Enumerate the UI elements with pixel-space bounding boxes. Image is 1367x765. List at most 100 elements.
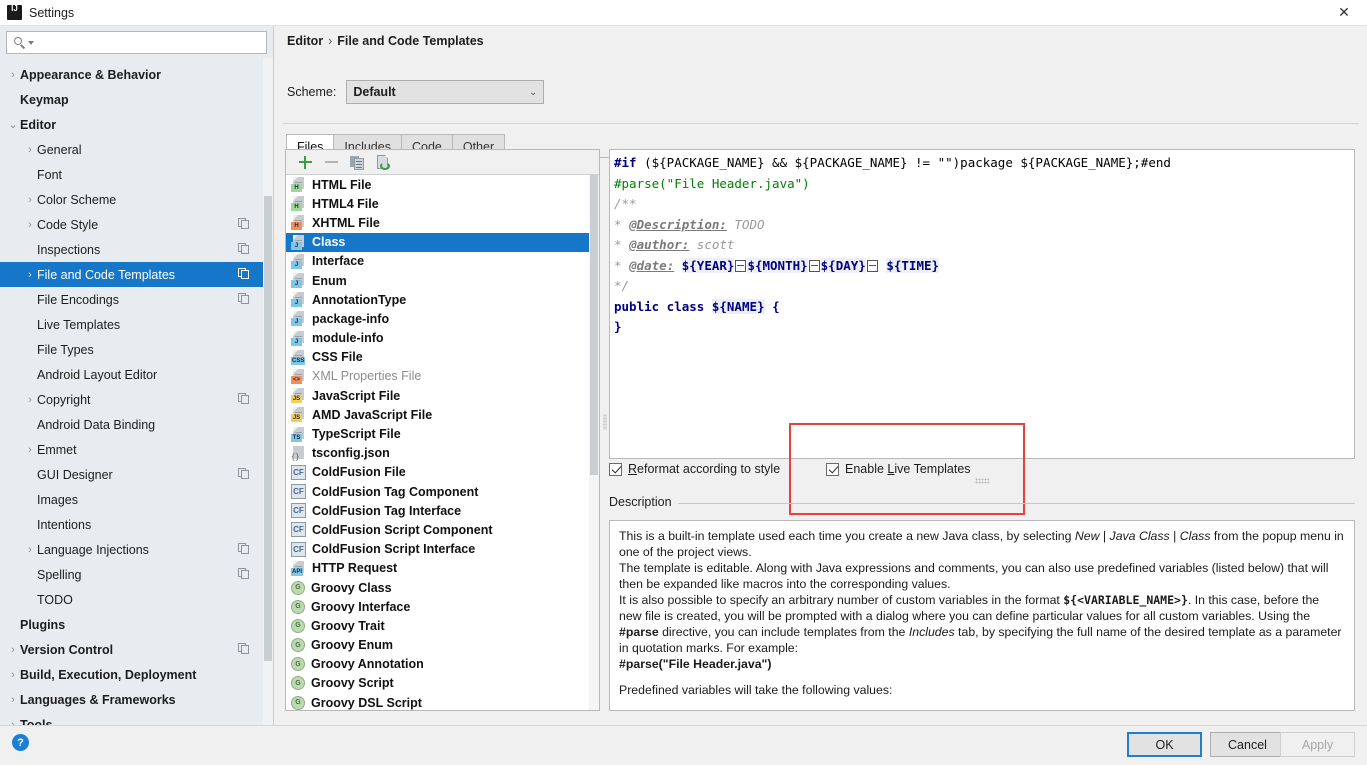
- ok-button[interactable]: OK: [1127, 732, 1202, 757]
- copy-settings-icon[interactable]: [238, 268, 250, 280]
- chevron-right-icon[interactable]: ›: [23, 444, 37, 456]
- chevron-right-icon[interactable]: ›: [6, 69, 20, 81]
- sidebar-item-spelling[interactable]: ›Spelling: [0, 562, 263, 587]
- live-templates-checkbox[interactable]: [826, 462, 839, 476]
- sidebar-item-intentions[interactable]: ›Intentions: [0, 512, 263, 537]
- scheme-select[interactable]: Default ⌄: [346, 80, 545, 104]
- sidebar-item-editor[interactable]: ⌄ Editor: [0, 112, 263, 137]
- remove-template-button[interactable]: [318, 151, 344, 173]
- chevron-right-icon[interactable]: ›: [23, 194, 37, 206]
- template-list-item[interactable]: Jpackage-info: [286, 309, 599, 328]
- template-list-item[interactable]: CF ColdFusion File: [286, 463, 599, 482]
- copy-settings-icon[interactable]: [238, 643, 250, 655]
- sidebar-item-keymap[interactable]: ›Keymap: [0, 87, 263, 112]
- sidebar-item-color-scheme[interactable]: › Color Scheme: [0, 187, 263, 212]
- add-template-button[interactable]: [292, 151, 318, 173]
- template-list-item[interactable]: TS TypeScript File: [286, 424, 599, 443]
- sidebar-item-font[interactable]: ›Font: [0, 162, 263, 187]
- template-list-item[interactable]: CF ColdFusion Tag Component: [286, 482, 599, 501]
- template-list-item[interactable]: G Groovy DSL Script: [286, 693, 599, 710]
- sidebar-item-images[interactable]: ›Images: [0, 487, 263, 512]
- sidebar-item-languages-frameworks[interactable]: › Languages & Frameworks: [0, 687, 263, 712]
- cancel-button[interactable]: Cancel: [1210, 732, 1285, 757]
- template-list-item[interactable]: API HTTP Request: [286, 559, 599, 578]
- sidebar-item-build-execution-deployment[interactable]: › Build, Execution, Deployment: [0, 662, 263, 687]
- sidebar-scrollbar-thumb[interactable]: [264, 196, 272, 661]
- search-input[interactable]: [34, 34, 266, 51]
- sidebar-item-code-style[interactable]: › Code Style: [0, 212, 263, 237]
- template-list-item[interactable]: G Groovy Trait: [286, 616, 599, 635]
- sidebar-item-live-templates[interactable]: ›Live Templates: [0, 312, 263, 337]
- copy-settings-icon[interactable]: [238, 543, 250, 555]
- chevron-right-icon[interactable]: ›: [6, 669, 20, 681]
- chevron-right-icon[interactable]: ›: [6, 644, 20, 656]
- sidebar-item-emmet[interactable]: › Emmet: [0, 437, 263, 462]
- reformat-checkbox-row[interactable]: Reformat according to style: [609, 462, 780, 476]
- reformat-checkbox[interactable]: [609, 462, 622, 476]
- template-list-item[interactable]: G Groovy Enum: [286, 636, 599, 655]
- sidebar-item-android-layout-editor[interactable]: ›Android Layout Editor: [0, 362, 263, 387]
- sidebar-item-file-encodings[interactable]: ›File Encodings: [0, 287, 263, 312]
- template-code-editor[interactable]: #if (${PACKAGE_NAME} && ${PACKAGE_NAME} …: [609, 149, 1355, 459]
- sidebar-item-android-data-binding[interactable]: ›Android Data Binding: [0, 412, 263, 437]
- copy-settings-icon[interactable]: [238, 243, 250, 255]
- template-list-item[interactable]: H XHTML File: [286, 213, 599, 232]
- chevron-right-icon[interactable]: ›: [23, 544, 37, 556]
- template-list-item[interactable]: G Groovy Script: [286, 674, 599, 693]
- template-list-item[interactable]: <> XML Properties File: [286, 367, 599, 386]
- chevron-right-icon[interactable]: ›: [23, 394, 37, 406]
- chevron-right-icon[interactable]: ›: [6, 694, 20, 706]
- sidebar-scrollbar[interactable]: [263, 58, 273, 725]
- sidebar-item-gui-designer[interactable]: ›GUI Designer: [0, 462, 263, 487]
- apply-button[interactable]: Apply: [1280, 732, 1355, 757]
- search-box[interactable]: [6, 31, 267, 54]
- template-list-item[interactable]: Jmodule-info: [286, 329, 599, 348]
- template-list-item[interactable]: J Enum: [286, 271, 599, 290]
- sidebar-item-general[interactable]: › General: [0, 137, 263, 162]
- copy-settings-icon[interactable]: [238, 218, 250, 230]
- template-list-item[interactable]: CF ColdFusion Tag Interface: [286, 501, 599, 520]
- sidebar-item-appearance-behavior[interactable]: › Appearance & Behavior: [0, 62, 263, 87]
- sidebar-item-language-injections[interactable]: › Language Injections: [0, 537, 263, 562]
- copy-settings-icon[interactable]: [238, 568, 250, 580]
- sidebar-item-inspections[interactable]: ›Inspections: [0, 237, 263, 262]
- sidebar-item-version-control[interactable]: › Version Control: [0, 637, 263, 662]
- template-list-item[interactable]: CF ColdFusion Script Interface: [286, 540, 599, 559]
- template-list-item[interactable]: JS JavaScript File: [286, 386, 599, 405]
- template-list-item[interactable]: H HTML File: [286, 175, 599, 194]
- template-list-scrollbar-thumb[interactable]: [590, 175, 598, 475]
- predefined-variable-description: name of the package in which the new cla…: [771, 710, 1061, 711]
- template-list-item[interactable]: {} tsconfig.json: [286, 444, 599, 463]
- template-list-item[interactable]: CSS CSS File: [286, 348, 599, 367]
- template-list-item[interactable]: J AnnotationType: [286, 290, 599, 309]
- help-icon[interactable]: ?: [12, 734, 29, 751]
- template-list-item[interactable]: J Interface: [286, 252, 599, 271]
- sidebar-item-plugins[interactable]: ›Plugins: [0, 612, 263, 637]
- chevron-right-icon[interactable]: ›: [23, 144, 37, 156]
- resize-grip-icon[interactable]: [975, 478, 989, 484]
- template-list-item[interactable]: H HTML4 File: [286, 194, 599, 213]
- sidebar-item-file-types[interactable]: ›File Types: [0, 337, 263, 362]
- template-list-item[interactable]: G Groovy Annotation: [286, 655, 599, 674]
- template-list-item[interactable]: G Groovy Interface: [286, 597, 599, 616]
- reset-template-button[interactable]: [370, 151, 396, 173]
- live-templates-checkbox-row[interactable]: Enable Live Templates: [826, 462, 971, 476]
- chevron-down-icon[interactable]: ⌄: [6, 118, 20, 131]
- copy-settings-icon[interactable]: [238, 293, 250, 305]
- sidebar-item-file-and-code-templates[interactable]: › File and Code Templates: [0, 262, 263, 287]
- template-list-scrollbar[interactable]: [589, 175, 599, 710]
- close-icon[interactable]: ✕: [1321, 0, 1367, 25]
- code-line-9: }: [614, 319, 622, 334]
- template-list-item[interactable]: CF ColdFusion Script Component: [286, 520, 599, 539]
- sidebar-item-tools[interactable]: › Tools: [0, 712, 263, 726]
- copy-template-button[interactable]: [344, 151, 370, 173]
- template-list-item[interactable]: G Groovy Class: [286, 578, 599, 597]
- breadcrumb-parent[interactable]: Editor: [287, 34, 323, 48]
- template-list-item[interactable]: J Class: [286, 232, 599, 252]
- template-list-item[interactable]: JS AMD JavaScript File: [286, 405, 599, 424]
- copy-settings-icon[interactable]: [238, 468, 250, 480]
- sidebar-item-todo[interactable]: ›TODO: [0, 587, 263, 612]
- chevron-right-icon[interactable]: ›: [23, 219, 37, 231]
- copy-settings-icon[interactable]: [238, 393, 250, 405]
- sidebar-item-copyright[interactable]: › Copyright: [0, 387, 263, 412]
